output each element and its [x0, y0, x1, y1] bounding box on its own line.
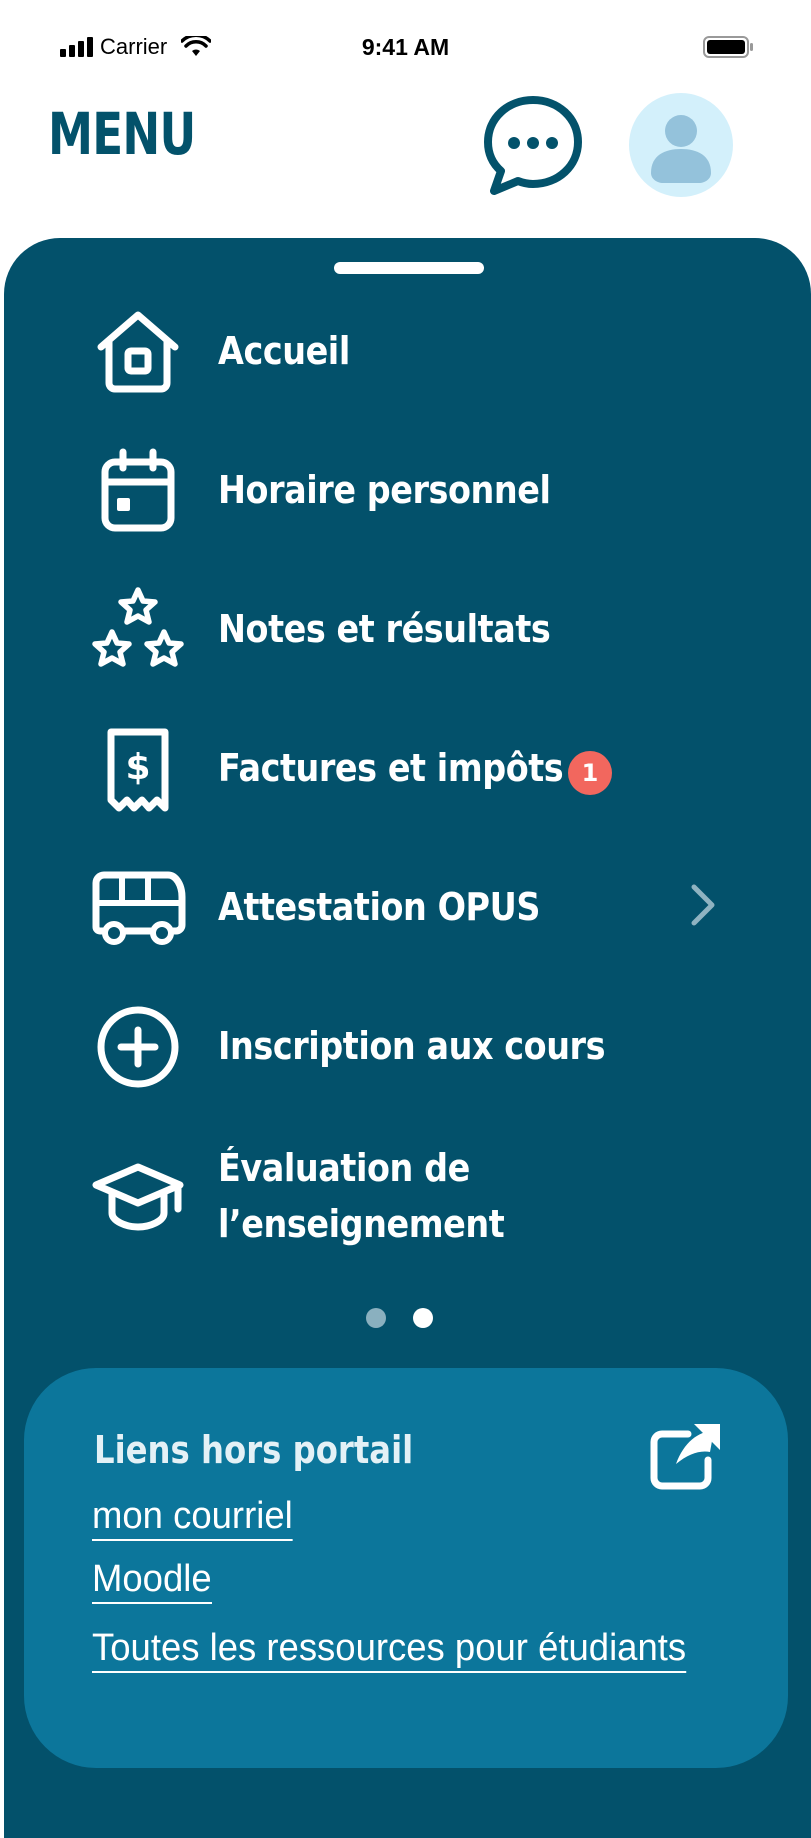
menu-item-label: Factures et impôts [218, 746, 564, 791]
drag-handle[interactable] [334, 262, 484, 274]
stars-icon [90, 582, 186, 678]
menu-item-notes[interactable]: Notes et résultats [90, 580, 740, 680]
chevron-right-icon[interactable] [688, 882, 718, 928]
menu-item-label: Attestation OPUS [218, 885, 540, 930]
menu-item-label: Notes et résultats [218, 607, 551, 652]
menu-item-opus[interactable]: Attestation OPUS [90, 858, 740, 958]
plus-circle-icon [90, 999, 186, 1095]
menu-item-label: Horaire personnel [218, 468, 551, 513]
avatar-button[interactable] [629, 93, 733, 197]
menu-item-evaluation[interactable]: Évaluation de l’enseignement [90, 1136, 740, 1256]
menu-item-inscription[interactable]: Inscription aux cours [90, 997, 740, 1097]
status-time: 9:41 AM [361, 34, 450, 60]
menu-item-label: Accueil [218, 329, 350, 374]
link-ressources-etudiants[interactable]: Toutes les ressources pour étudiants [92, 1627, 687, 1673]
notification-badge: 1 [568, 751, 612, 795]
menu-item-label: Inscription aux cours [218, 1024, 606, 1069]
external-links-title: Liens hors portail [94, 1428, 414, 1472]
page-title: MENU [48, 100, 196, 168]
calendar-icon [90, 443, 186, 539]
page-dot-1[interactable] [366, 1308, 386, 1328]
user-avatar-icon [651, 115, 711, 183]
menu-item-label: Évaluation de l’enseignement [218, 1146, 505, 1246]
link-moodle[interactable]: Moodle [92, 1558, 212, 1604]
battery-icon [703, 36, 753, 58]
menu-item-factures[interactable]: $ Factures et impôts [90, 719, 740, 819]
menu-item-horaire[interactable]: Horaire personnel [90, 441, 740, 541]
page-dot-2[interactable] [413, 1308, 433, 1328]
menu-item-accueil[interactable]: Accueil [90, 302, 740, 402]
receipt-dollar-icon: $ [90, 721, 186, 817]
link-mon-courriel[interactable]: mon courriel [92, 1495, 293, 1541]
chat-button[interactable] [478, 90, 588, 200]
page-indicator [366, 1308, 446, 1328]
svg-text:$: $ [125, 747, 150, 788]
graduation-cap-icon [90, 1148, 186, 1244]
chat-bubble-icon [484, 96, 582, 195]
bus-icon [90, 860, 186, 956]
status-bar: Carrier 9:41 AM [0, 0, 811, 90]
external-link-icon [650, 1424, 720, 1490]
home-icon [90, 304, 186, 400]
